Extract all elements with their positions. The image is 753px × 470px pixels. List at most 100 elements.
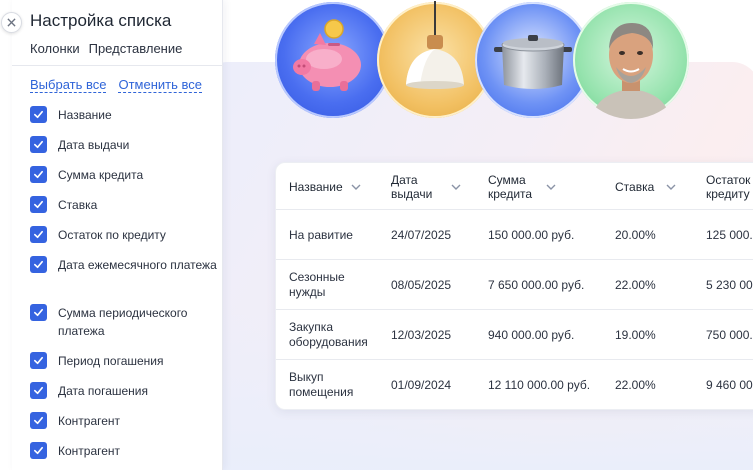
close-button[interactable] xyxy=(1,12,22,33)
column-option[interactable]: Контрагент xyxy=(30,441,220,470)
column-option[interactable]: Дата погашения xyxy=(30,381,220,411)
header-label: Сумма кредита xyxy=(488,172,533,201)
table-row[interactable]: На равитие 24/07/2025 150 000.00 руб. 20.00… xyxy=(276,210,753,260)
column-option-label: Контрагент xyxy=(58,414,121,428)
table-header: Название Дата выдачи Сумма кредита Ставк… xyxy=(276,163,753,210)
check-icon xyxy=(34,230,43,239)
check-icon xyxy=(34,110,43,119)
person-photo-icon xyxy=(573,2,689,119)
check-icon xyxy=(34,386,43,395)
chevron-down-icon xyxy=(451,184,461,190)
column-option[interactable]: Сумма периодического платежа xyxy=(30,303,220,351)
header-issue-date[interactable]: Дата выдачи xyxy=(391,163,481,210)
chevron-down-icon xyxy=(351,184,361,190)
table-cell: 9 460 000.00 руб. xyxy=(706,377,753,392)
checkbox[interactable] xyxy=(30,196,47,213)
piggy-bank-avatar xyxy=(274,1,392,119)
table-row[interactable]: Сезонные нужды 08/05/2025 7 650 000.00 руб… xyxy=(276,260,753,310)
check-icon xyxy=(34,260,43,269)
header-label: Дата выдачи xyxy=(391,172,433,201)
tab-columns[interactable]: Колонки xyxy=(30,41,80,56)
header-rate[interactable]: Ставка xyxy=(615,163,695,210)
table-cell: 19.00% xyxy=(615,327,656,342)
check-icon xyxy=(34,446,43,455)
column-option-label: Дата ежемесячного платежа xyxy=(58,258,217,272)
checkbox[interactable] xyxy=(30,304,47,321)
column-option-label: Сумма кредита xyxy=(58,168,144,182)
tab-view[interactable]: Представление xyxy=(89,41,183,56)
header-balance[interactable]: Остаток по кредиту xyxy=(706,163,753,210)
person-avatar xyxy=(572,1,690,119)
checkbox[interactable] xyxy=(30,382,47,399)
table-cell: 22.00% xyxy=(615,377,656,392)
header-label: Остаток по кредиту xyxy=(706,172,753,201)
column-option[interactable]: Период погашения xyxy=(30,351,220,381)
header-name[interactable]: Название xyxy=(289,163,379,210)
column-option-label: Дата погашения xyxy=(58,384,148,398)
table-cell: 125 000.00 руб. xyxy=(706,227,753,242)
checkbox[interactable] xyxy=(30,442,47,459)
header-label: Ставка xyxy=(615,179,655,194)
table-cell: 20.00% xyxy=(615,227,656,242)
table-cell: 01/09/2024 xyxy=(391,377,452,392)
table-cell: 12 110 000.00 руб. xyxy=(488,377,591,392)
select-all-link[interactable]: Выбрать все xyxy=(30,77,107,93)
checkbox[interactable] xyxy=(30,352,47,369)
loans-table: Название Дата выдачи Сумма кредита Ставк… xyxy=(275,162,753,410)
checkbox[interactable] xyxy=(30,412,47,429)
check-icon xyxy=(34,308,43,317)
column-option[interactable]: Дата ежемесячного платежа xyxy=(30,255,220,303)
column-option-label: Период погашения xyxy=(58,354,164,368)
chevron-down-icon xyxy=(666,184,676,190)
column-option[interactable]: Остаток по кредиту xyxy=(30,225,220,255)
list-settings-panel: Настройка списка Колонки Представление В… xyxy=(12,0,223,470)
check-icon xyxy=(34,140,43,149)
checkbox[interactable] xyxy=(30,106,47,123)
table-cell: Выкуп помещения xyxy=(289,370,354,399)
table-cell: 24/07/2025 xyxy=(391,227,452,242)
table-cell: 5 230 000.00 руб. xyxy=(706,277,753,292)
column-option[interactable]: Сумма кредита xyxy=(30,165,220,195)
table-cell: 750 000.00 руб. xyxy=(706,327,753,342)
column-option-label: Сумма периодического платежа xyxy=(58,306,188,338)
check-icon xyxy=(34,170,43,179)
table-cell: Сезонные нужды xyxy=(289,270,345,299)
checkbox[interactable] xyxy=(30,226,47,243)
tabs-divider xyxy=(12,65,222,66)
column-option-label: Остаток по кредиту xyxy=(58,228,166,242)
column-option[interactable]: Название xyxy=(30,105,220,135)
checkbox[interactable] xyxy=(30,136,47,153)
table-row[interactable]: Закупка оборудования 12/03/2025 940 000.00… xyxy=(276,310,753,360)
check-icon xyxy=(34,356,43,365)
table-cell: 940 000.00 руб. xyxy=(488,327,575,342)
select-links: Выбрать все Отменить все xyxy=(30,77,202,93)
check-icon xyxy=(34,200,43,209)
table-cell: Закупка оборудования xyxy=(289,320,368,349)
piggy-bank-icon xyxy=(275,2,391,118)
checkbox[interactable] xyxy=(30,256,47,273)
checkbox[interactable] xyxy=(30,166,47,183)
column-option[interactable]: Ставка xyxy=(30,195,220,225)
check-icon xyxy=(34,416,43,425)
panel-tabs: Колонки Представление xyxy=(30,41,182,56)
table-row[interactable]: Выкуп помещения 01/09/2024 12 110 000.00 р… xyxy=(276,360,753,409)
column-option[interactable]: Контрагент xyxy=(30,411,220,441)
table-cell: 22.00% xyxy=(615,277,656,292)
chevron-down-icon xyxy=(546,184,556,190)
table-cell: На равитие xyxy=(289,227,353,242)
header-loan-amount[interactable]: Сумма кредита xyxy=(488,163,598,210)
column-option-label: Дата выдачи xyxy=(58,138,130,152)
column-option-label: Ставка xyxy=(58,198,98,212)
table-cell: 08/05/2025 xyxy=(391,277,452,292)
header-label: Название xyxy=(289,179,343,194)
column-option-label: Контрагент xyxy=(58,444,121,458)
column-option-label: Название xyxy=(58,108,112,122)
table-cell: 7 650 000.00 руб. xyxy=(488,277,585,292)
table-cell: 150 000.00 руб. xyxy=(488,227,575,242)
column-option[interactable]: Дата выдачи xyxy=(30,135,220,165)
deselect-all-link[interactable]: Отменить все xyxy=(118,77,202,93)
panel-title: Настройка списка xyxy=(30,11,172,30)
table-cell: 12/03/2025 xyxy=(391,327,452,342)
close-icon xyxy=(7,18,16,27)
column-list: Название Дата выдачи Сумма кредита Ставка Ос… xyxy=(30,105,220,470)
